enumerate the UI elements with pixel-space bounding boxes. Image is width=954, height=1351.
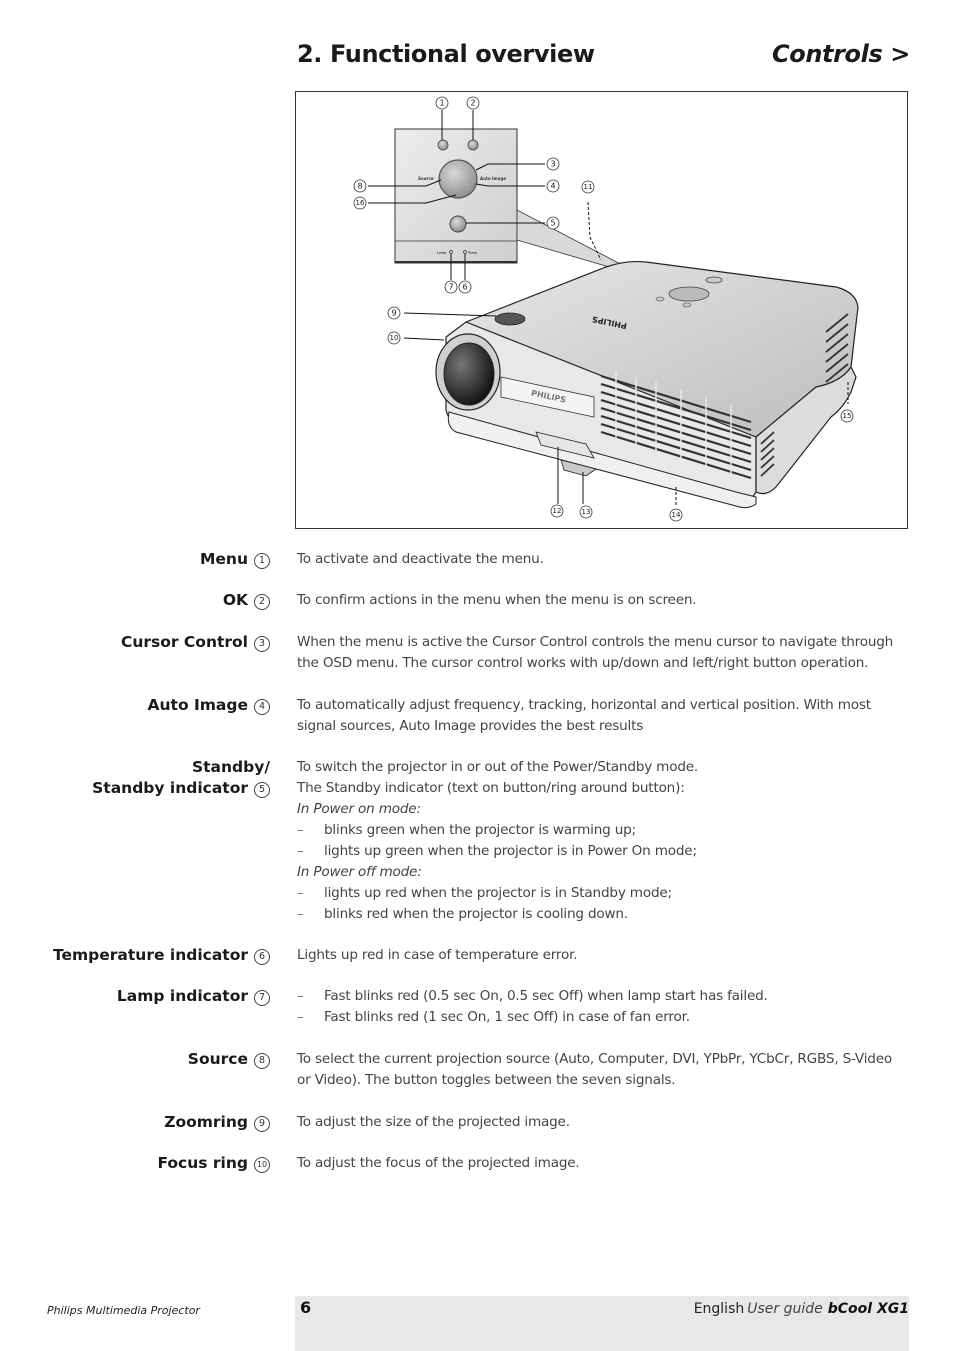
term: Auto Image 4	[148, 695, 270, 716]
callout-15: 15	[840, 409, 854, 423]
callout-number: 9	[254, 1116, 270, 1132]
callout-1: 1	[435, 96, 449, 110]
svg-text:5: 5	[550, 219, 555, 228]
svg-text:6: 6	[462, 283, 467, 292]
footer-language: English	[693, 1301, 745, 1317]
term: Temperature indicator 6	[53, 945, 270, 966]
callout-number: 7	[254, 990, 270, 1006]
svg-text:11: 11	[584, 183, 593, 191]
section-title: Controls >	[772, 40, 910, 68]
description: To select the current projection source …	[297, 1051, 892, 1088]
svg-text:4: 4	[550, 182, 555, 191]
svg-text:7: 7	[448, 283, 453, 292]
svg-text:1: 1	[439, 99, 444, 108]
callout-number: 2	[254, 594, 270, 610]
top-cursor-control	[668, 286, 710, 302]
callout-11: 11	[581, 180, 595, 194]
callout-number: 6	[254, 949, 270, 965]
callout-8: 8	[353, 179, 367, 193]
footer-doc-type: User guide	[747, 1301, 823, 1317]
description: To adjust the focus of the projected ima…	[297, 1155, 580, 1171]
standby-button	[449, 215, 467, 233]
callout-number: 1	[254, 553, 270, 569]
description: When the menu is active the Cursor Contr…	[297, 634, 894, 671]
page-title: 2. Functional overview	[297, 40, 595, 68]
svg-text:8: 8	[357, 182, 362, 191]
description: To confirm actions in the menu when the …	[297, 592, 697, 608]
svg-text:15: 15	[843, 412, 852, 420]
term: Source 8	[188, 1049, 270, 1070]
callout-number: 3	[254, 636, 270, 652]
callout-4: 4	[546, 179, 560, 193]
description: To automatically adjust frequency, track…	[297, 697, 871, 734]
panel-lamp-label: Lamp	[437, 251, 447, 255]
callout-2: 2	[466, 96, 480, 110]
term: Focus ring 10	[157, 1153, 270, 1174]
term: OK 2	[223, 590, 270, 611]
panel-temp-label: Temp	[468, 251, 478, 255]
term: Menu 1	[200, 549, 270, 570]
svg-text:10: 10	[390, 334, 399, 342]
description: Lights up red in case of temperature err…	[297, 947, 578, 963]
lens	[443, 342, 495, 406]
panel-auto-image-label: Auto Image	[480, 176, 506, 181]
page-number: 6	[300, 1298, 312, 1317]
svg-text:16: 16	[356, 199, 365, 207]
callout-14: 14	[669, 508, 683, 522]
svg-text:12: 12	[553, 507, 562, 515]
callout-3: 3	[546, 157, 560, 171]
footer-model: bCool XG1	[827, 1301, 909, 1317]
callout-7: 7	[444, 280, 458, 294]
cursor-control	[438, 159, 478, 199]
description: To activate and deactivate the menu.	[297, 551, 544, 567]
callout-number: 5	[254, 782, 270, 798]
footer-product: Philips Multimedia Projector	[47, 1304, 200, 1317]
footer-doc-info: English User guide bCool XG1	[694, 1301, 909, 1317]
callout-10: 10	[387, 331, 401, 345]
description: To adjust the size of the projected imag…	[297, 1114, 570, 1130]
callout-number: 4	[254, 699, 270, 715]
ok-button	[467, 139, 479, 151]
description: To switch the projector in or out of the…	[297, 759, 699, 922]
callout-9: 9	[387, 306, 401, 320]
description: – Fast blinks red (0.5 sec On, 0.5 sec Of…	[297, 988, 768, 1025]
term: Standby/ Standby indicator 5	[92, 758, 270, 798]
callout-13: 13	[579, 505, 593, 519]
svg-text:2: 2	[470, 99, 475, 108]
projector-body: PHILIPS PHILIPS	[435, 260, 859, 509]
term: Cursor Control 3	[121, 632, 270, 653]
menu-button	[437, 139, 449, 151]
zoom-ring	[494, 312, 526, 326]
panel-source-label: Source	[418, 176, 434, 181]
svg-text:14: 14	[672, 511, 681, 519]
svg-text:13: 13	[582, 508, 591, 516]
callout-6: 6	[458, 280, 472, 294]
callout-12: 12	[550, 504, 564, 518]
projector-illustration: Source Auto Image Lamp Temp PHILIPS PHIL…	[353, 96, 859, 522]
term: Lamp indicator 7	[117, 986, 270, 1007]
svg-text:3: 3	[550, 160, 555, 169]
callout-16: 16	[353, 196, 367, 210]
callout-number: 10	[254, 1157, 270, 1173]
term: Zoomring 9	[164, 1112, 270, 1133]
projector-diagram: Source Auto Image Lamp Temp PHILIPS PHIL…	[295, 91, 908, 529]
callout-number: 8	[254, 1053, 270, 1069]
svg-text:9: 9	[391, 309, 396, 318]
callout-5: 5	[546, 216, 560, 230]
